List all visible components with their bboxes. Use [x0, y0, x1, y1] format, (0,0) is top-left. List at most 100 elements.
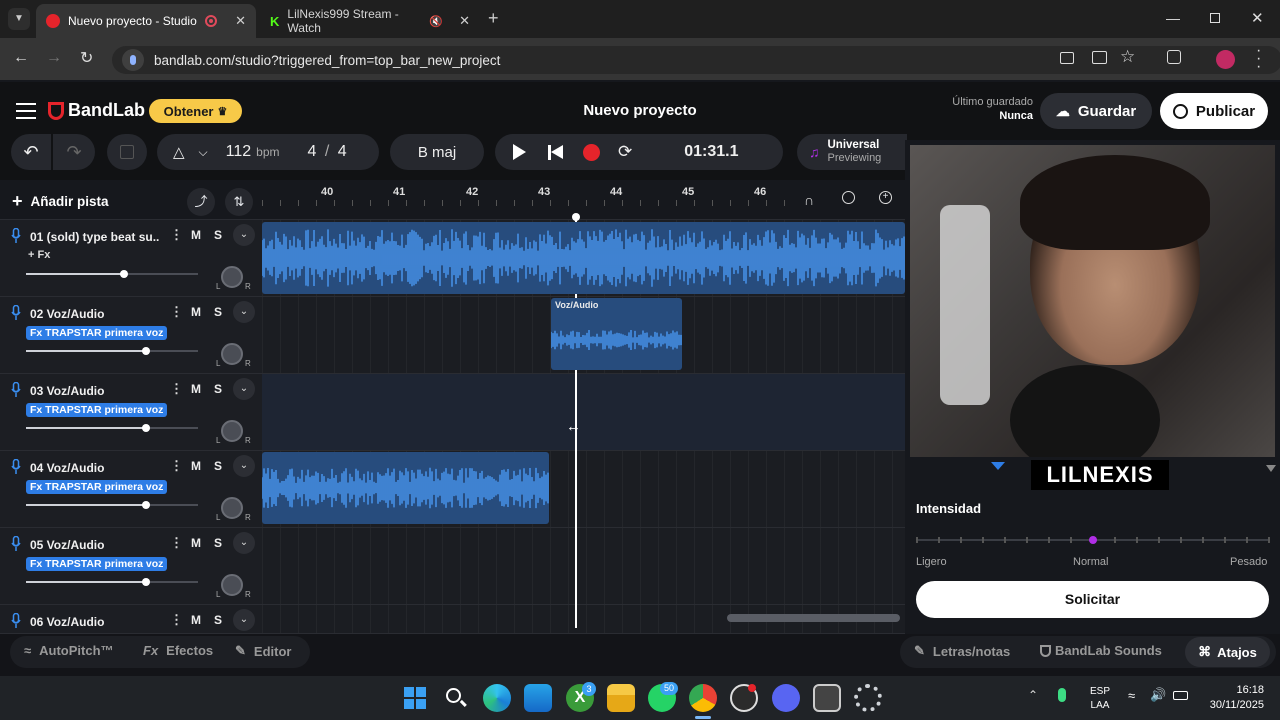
mute-button[interactable]: M: [186, 227, 206, 244]
add-fx-button[interactable]: + Fx: [28, 249, 50, 261]
track-fx-badge[interactable]: Fx TRAPSTAR primera voz: [26, 557, 168, 571]
close-tab-icon[interactable]: ✕: [235, 13, 246, 29]
mute-button[interactable]: M: [186, 612, 206, 629]
volume-slider[interactable]: [26, 501, 198, 509]
autopitch-button[interactable]: ≈ AutoPitch™: [24, 643, 114, 658]
mute-button[interactable]: M: [186, 381, 206, 398]
zoom-in-icon[interactable]: +: [879, 191, 892, 204]
snap-magnet-icon[interactable]: ∩: [804, 192, 814, 208]
tempo-value[interactable]: 112: [226, 143, 252, 161]
track-options-icon[interactable]: ⋮: [170, 227, 183, 243]
track-options-icon[interactable]: ⋮: [170, 458, 183, 474]
play-icon[interactable]: [513, 144, 526, 160]
track-expand-icon[interactable]: ⌄: [233, 455, 255, 477]
editor-button[interactable]: ✎ Editor: [235, 643, 291, 659]
volume-knob[interactable]: [142, 578, 151, 586]
mute-button[interactable]: M: [186, 304, 206, 321]
skip-to-start-icon[interactable]: [548, 144, 563, 160]
solo-button[interactable]: S: [208, 612, 228, 629]
track-name[interactable]: 04 Voz/Audio: [30, 461, 160, 475]
track-header[interactable]: 04 Voz/Audio ⋮ M S ⌄ Fx TRAPSTAR primera…: [0, 451, 262, 528]
extensions-icon[interactable]: [1167, 50, 1181, 64]
key-selector[interactable]: B maj: [390, 134, 484, 170]
settings-icon[interactable]: [854, 684, 882, 712]
edge-icon[interactable]: [483, 684, 511, 712]
timeline-ruler[interactable]: 40 41 42 43 44 45 46 ∩ +: [262, 182, 905, 220]
track-header[interactable]: 01 (sold) type beat su... ⋮ M S ⌄ + Fx L…: [0, 220, 262, 297]
volume-knob[interactable]: [142, 424, 151, 432]
undo-button[interactable]: ↶: [11, 134, 51, 170]
track-lane[interactable]: [262, 374, 905, 451]
profile-avatar[interactable]: [1216, 50, 1235, 69]
save-button[interactable]: ☁ Guardar: [1040, 93, 1152, 129]
track-header[interactable]: 02 Voz/Audio ⋮ M S ⌄ Fx TRAPSTAR primera…: [0, 297, 262, 374]
tab-list-button[interactable]: ▼: [8, 8, 30, 30]
track-name[interactable]: 02 Voz/Audio: [30, 307, 160, 321]
panel-scroll-arrow-icon[interactable]: [1266, 465, 1276, 472]
solo-button[interactable]: S: [208, 304, 228, 321]
track-name[interactable]: 03 Voz/Audio: [30, 384, 160, 398]
back-icon[interactable]: ←: [13, 49, 29, 67]
minimize-icon[interactable]: —: [1166, 10, 1180, 26]
volume-icon[interactable]: 🔊: [1150, 687, 1166, 703]
install-app-icon[interactable]: [1092, 51, 1107, 64]
pan-knob[interactable]: [221, 574, 243, 596]
request-button[interactable]: Solicitar: [916, 581, 1269, 618]
mixer-button[interactable]: ⇅: [225, 188, 253, 216]
volume-knob[interactable]: [142, 347, 151, 355]
intensity-slider[interactable]: [916, 536, 1270, 544]
new-tab-icon[interactable]: +: [488, 8, 499, 29]
search-icon[interactable]: [442, 684, 470, 712]
add-track-button[interactable]: + Añadir pista: [12, 188, 109, 214]
microphone-tray-icon[interactable]: [1058, 688, 1066, 702]
bandlab-sounds-button[interactable]: BandLab Sounds: [1040, 643, 1162, 658]
close-window-icon[interactable]: ✕: [1251, 9, 1264, 27]
pan-knob[interactable]: [221, 343, 243, 365]
language-indicator[interactable]: ESP LAA: [1090, 685, 1110, 713]
site-info-icon[interactable]: [122, 49, 144, 71]
publish-button[interactable]: Publicar: [1160, 93, 1268, 129]
horizontal-scrollbar[interactable]: [727, 614, 900, 622]
pan-knob[interactable]: [221, 497, 243, 519]
track-lane[interactable]: [262, 528, 905, 605]
track-header[interactable]: 05 Voz/Audio ⋮ M S ⌄ Fx TRAPSTAR primera…: [0, 528, 262, 605]
track-expand-icon[interactable]: ⌄: [233, 224, 255, 246]
solo-button[interactable]: S: [208, 458, 228, 475]
volume-knob[interactable]: [120, 270, 129, 278]
track-expand-icon[interactable]: ⌄: [233, 301, 255, 323]
tab-studio[interactable]: Nuevo proyecto - Studio ✕: [36, 4, 256, 38]
track-header[interactable]: 03 Voz/Audio ⋮ M S ⌄ Fx TRAPSTAR primera…: [0, 374, 262, 451]
windows-start-icon[interactable]: [401, 684, 429, 712]
bandlab-logo[interactable]: BandLab: [48, 100, 145, 121]
maximize-icon[interactable]: [1210, 13, 1220, 23]
effects-button[interactable]: Fx Efectos: [143, 643, 213, 658]
tab-stream[interactable]: K LilNexis999 Stream - Watch 🔇 ✕: [260, 4, 480, 38]
track-fx-badge[interactable]: Fx TRAPSTAR primera voz: [26, 326, 168, 340]
solo-button[interactable]: S: [208, 227, 228, 244]
track-options-icon[interactable]: ⋮: [170, 381, 183, 397]
project-title[interactable]: Nuevo proyecto: [540, 102, 740, 119]
track-options-icon[interactable]: ⋮: [170, 535, 183, 551]
store-icon[interactable]: [524, 684, 552, 712]
lyrics-notes-button[interactable]: ✎ Letras/notas: [914, 643, 1010, 659]
pan-knob[interactable]: [221, 266, 243, 288]
track-header[interactable]: 06 Voz/Audio ⋮ M S ⌄: [0, 605, 262, 634]
volume-slider[interactable]: [26, 424, 198, 432]
track-expand-icon[interactable]: ⌄: [233, 532, 255, 554]
track-fx-badge[interactable]: Fx TRAPSTAR primera voz: [26, 480, 168, 494]
preset-preview[interactable]: ♫ Universal Previewing: [797, 134, 907, 170]
reload-icon[interactable]: ↻: [80, 48, 93, 68]
chrome-icon[interactable]: [689, 684, 717, 712]
track-name[interactable]: 06 Voz/Audio: [30, 615, 160, 629]
track-options-icon[interactable]: ⋮: [170, 612, 183, 628]
playhead-handle[interactable]: [572, 213, 580, 221]
solo-button[interactable]: S: [208, 381, 228, 398]
audio-clip[interactable]: [262, 222, 905, 294]
mute-button[interactable]: M: [186, 535, 206, 552]
loop-region-button[interactable]: [107, 134, 147, 170]
pan-knob[interactable]: [221, 420, 243, 442]
bookmark-star-icon[interactable]: ☆: [1120, 47, 1135, 67]
track-fx-badge[interactable]: Fx TRAPSTAR primera voz: [26, 403, 168, 417]
track-expand-icon[interactable]: ⌄: [233, 609, 255, 631]
metronome-dropdown-icon[interactable]: ⌵: [199, 145, 208, 160]
